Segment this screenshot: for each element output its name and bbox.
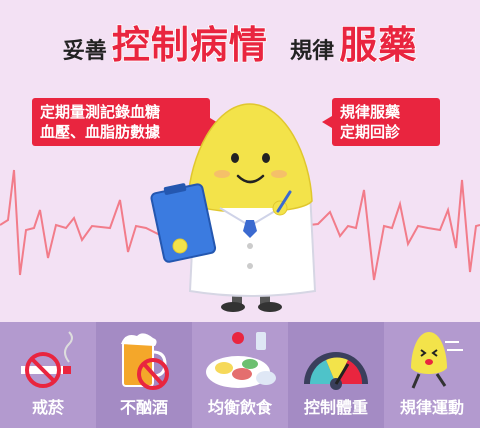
infographic: 妥善 控制病情 規律 服藥 定期量測記錄血糖 血壓、血脂肪數據 規律服藥 定期回… (0, 0, 480, 428)
headline-part1: 妥善 (62, 39, 107, 64)
lifestyle-tips-bar: 戒菸 不酗酒 均衡飲食 控制體重 規律運動 (0, 322, 480, 428)
tile-no-alcohol: 不酗酒 (96, 322, 192, 428)
no-beer-icon (121, 333, 169, 390)
scale-gauge-icon (304, 352, 368, 390)
tile-label-weight-control: 控制體重 (303, 398, 368, 417)
tile-weight-control: 控制體重 (288, 322, 384, 428)
tile-regular-exercise: 規律運動 (384, 322, 480, 428)
tile-balanced-diet: 均衡飲食 (192, 322, 288, 428)
callout-medication-line1: 規律服藥 (340, 103, 401, 121)
headline-part4: 服藥 (338, 22, 418, 68)
tile-label-no-smoking: 戒菸 (31, 398, 64, 417)
headline-part2: 控制病情 (111, 22, 268, 68)
tile-no-smoking: 戒菸 (0, 322, 96, 428)
food-plate-icon (206, 332, 276, 388)
tile-label-regular-exercise: 規律運動 (399, 398, 464, 417)
callout-medication-line2: 定期回診 (340, 123, 401, 141)
no-smoking-icon (21, 331, 73, 388)
tile-label-no-alcohol: 不酗酒 (119, 398, 168, 417)
headline-part3: 規律 (290, 39, 335, 64)
headline: 妥善 控制病情 規律 服藥 (0, 14, 480, 69)
tile-label-balanced-diet: 均衡飲食 (207, 398, 272, 417)
running-mascot-icon (411, 332, 463, 389)
doctor-mascot-icon (150, 103, 317, 312)
